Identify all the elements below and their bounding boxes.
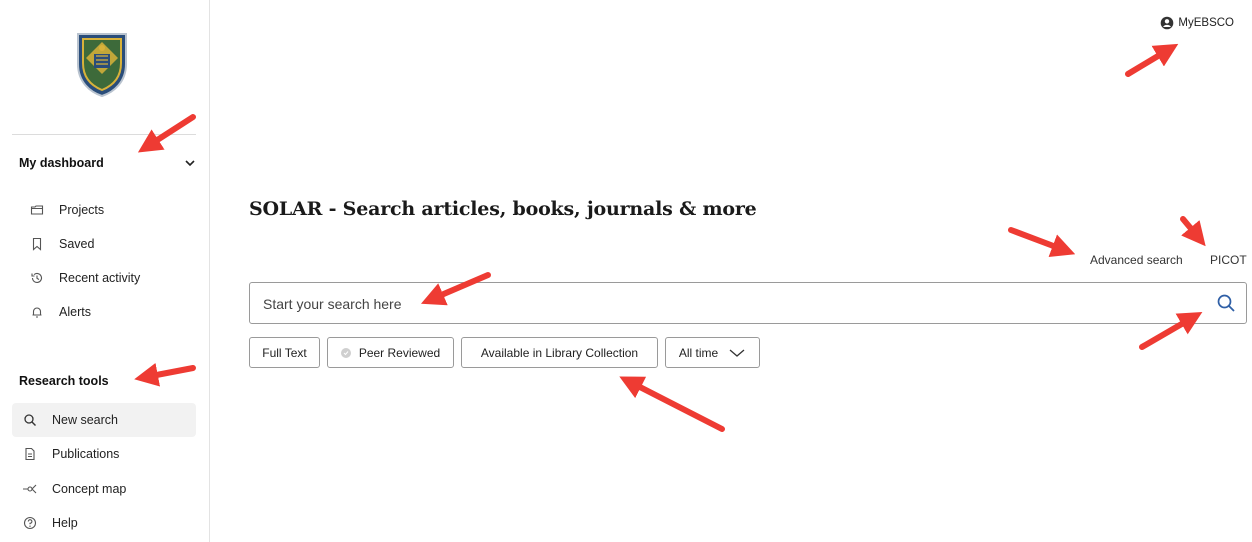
research-tools-heading: Research tools bbox=[19, 374, 109, 388]
search-icon bbox=[22, 412, 38, 428]
my-dashboard-heading[interactable]: My dashboard bbox=[19, 156, 104, 170]
annotation-arrow bbox=[619, 376, 725, 432]
myebsco-link[interactable]: MyEBSCO bbox=[1160, 16, 1234, 30]
annotation-arrow bbox=[1125, 43, 1179, 77]
library-collection-filter-chip[interactable]: Available in Library Collection bbox=[461, 337, 658, 368]
peer-reviewed-check-icon bbox=[340, 347, 351, 358]
sidebar-item-projects[interactable]: Projects bbox=[12, 193, 196, 227]
peer-reviewed-filter-chip[interactable]: Peer Reviewed bbox=[327, 337, 454, 368]
sidebar-item-saved[interactable]: Saved bbox=[12, 227, 196, 261]
sidebar-item-concept-map[interactable]: Concept map bbox=[12, 472, 196, 506]
document-icon bbox=[22, 446, 38, 462]
sidebar-item-label: Alerts bbox=[59, 305, 91, 319]
chevron-down-icon[interactable] bbox=[184, 157, 196, 169]
full-text-label: Full Text bbox=[262, 345, 307, 360]
user-circle-icon bbox=[1161, 16, 1174, 30]
search-box bbox=[249, 282, 1247, 324]
sidebar-item-help[interactable]: Help bbox=[12, 506, 196, 540]
sidebar-item-label: Concept map bbox=[52, 482, 127, 496]
picot-link[interactable]: PICOT bbox=[1210, 253, 1247, 267]
folder-icon bbox=[29, 202, 45, 218]
sidebar-item-recent-activity[interactable]: Recent activity bbox=[12, 261, 196, 295]
sidebar-item-alerts[interactable]: Alerts bbox=[12, 295, 196, 329]
peer-reviewed-label: Peer Reviewed bbox=[358, 345, 441, 360]
history-icon bbox=[29, 270, 45, 286]
page-title: SOLAR - Search articles, books, journals… bbox=[249, 198, 757, 220]
sidebar-divider bbox=[12, 134, 196, 135]
sidebar-item-new-search[interactable]: New search bbox=[12, 403, 196, 437]
time-range-dropdown[interactable]: All time bbox=[665, 337, 760, 368]
annotation-arrow bbox=[1180, 216, 1206, 247]
help-icon bbox=[22, 515, 38, 531]
annotation-arrow bbox=[1008, 227, 1076, 257]
search-input[interactable] bbox=[263, 293, 1163, 315]
institution-crest-logo[interactable] bbox=[74, 30, 130, 98]
time-range-label: All time bbox=[678, 345, 719, 360]
search-button[interactable] bbox=[1216, 293, 1236, 313]
concept-map-icon bbox=[22, 481, 38, 497]
sidebar-item-label: New search bbox=[52, 413, 118, 427]
sidebar-item-label: Recent activity bbox=[59, 271, 141, 285]
sidebar-item-publications[interactable]: Publications bbox=[12, 437, 196, 471]
sidebar-item-label: Publications bbox=[52, 447, 120, 461]
advanced-search-link[interactable]: Advanced search bbox=[1090, 253, 1183, 267]
full-text-filter-chip[interactable]: Full Text bbox=[249, 337, 320, 368]
bell-icon bbox=[29, 304, 45, 320]
sidebar-item-label: Saved bbox=[59, 237, 95, 251]
bookmark-icon bbox=[29, 236, 45, 252]
sidebar-item-label: Projects bbox=[59, 203, 105, 217]
sidebar: My dashboard Projects Saved Recent activ… bbox=[0, 0, 210, 542]
sidebar-item-label: Help bbox=[52, 516, 78, 530]
chevron-down-icon bbox=[729, 349, 745, 357]
library-collection-label: Available in Library Collection bbox=[480, 345, 639, 360]
myebsco-label: MyEBSCO bbox=[1178, 17, 1234, 29]
